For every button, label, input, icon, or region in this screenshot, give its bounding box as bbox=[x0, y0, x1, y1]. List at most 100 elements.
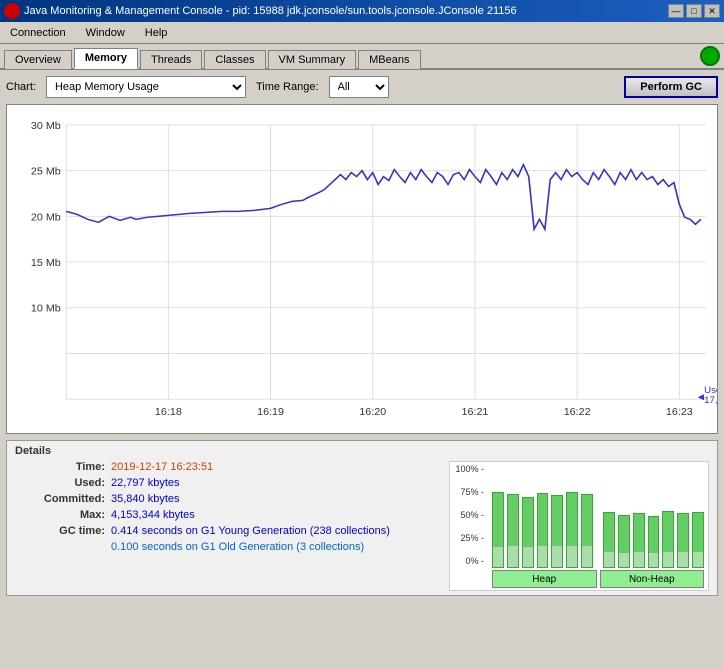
window-controls[interactable]: — □ ✕ bbox=[668, 4, 720, 18]
bar-used-3 bbox=[523, 498, 533, 547]
bar-col-nh5 bbox=[662, 466, 674, 568]
heap-button[interactable]: Heap bbox=[492, 570, 597, 588]
menu-bar: Connection Window Help bbox=[0, 22, 724, 44]
bar-nh-used-7 bbox=[693, 513, 703, 552]
bar-nh-committed-2 bbox=[618, 515, 630, 568]
tab-threads[interactable]: Threads bbox=[140, 50, 202, 69]
svg-text:16:23: 16:23 bbox=[666, 407, 693, 418]
bar-used-5 bbox=[552, 496, 562, 546]
bar-nh-used-6 bbox=[678, 514, 688, 552]
perform-gc-button[interactable]: Perform GC bbox=[624, 76, 718, 98]
minimize-button[interactable]: — bbox=[668, 4, 684, 18]
svg-text:16:21: 16:21 bbox=[462, 407, 489, 418]
svg-text:10 Mb: 10 Mb bbox=[31, 304, 61, 315]
committed-value: 35,840 kbytes bbox=[111, 493, 180, 505]
y-label-75: 75% - bbox=[460, 487, 484, 497]
time-row: Time: 2019-12-17 16:23:51 bbox=[15, 461, 439, 473]
title-bar: Java Monitoring & Management Console - p… bbox=[0, 0, 724, 22]
menu-window[interactable]: Window bbox=[80, 25, 131, 41]
bar-nh-committed-5 bbox=[662, 511, 674, 568]
gc-time-label: GC time: bbox=[15, 525, 105, 537]
time-label: Time: bbox=[15, 461, 105, 473]
svg-text:30 Mb: 30 Mb bbox=[31, 121, 61, 132]
max-value: 4,153,344 kbytes bbox=[111, 509, 195, 521]
main-content: Chart: Heap Memory Usage Non-Heap Memory… bbox=[0, 70, 724, 667]
menu-help[interactable]: Help bbox=[139, 25, 174, 41]
gc-time-row2: 0.100 seconds on G1 Old Generation (3 co… bbox=[15, 541, 439, 553]
bar-col-nh4 bbox=[648, 466, 660, 568]
bar-col-2 bbox=[507, 466, 519, 568]
tab-mbeans[interactable]: MBeans bbox=[358, 50, 420, 69]
bars-area bbox=[488, 462, 708, 568]
svg-text:16:18: 16:18 bbox=[155, 407, 182, 418]
chart-label: Chart: bbox=[6, 81, 36, 93]
bar-nh-committed-6 bbox=[677, 513, 689, 568]
bar-nh-committed-1 bbox=[603, 512, 615, 568]
bar-used-1 bbox=[493, 493, 503, 547]
time-value: 2019-12-17 16:23:51 bbox=[111, 461, 213, 473]
tab-memory[interactable]: Memory bbox=[74, 48, 138, 69]
details-content: Time: 2019-12-17 16:23:51 Used: 22,797 k… bbox=[15, 461, 709, 591]
time-range-select[interactable]: All 1 min 5 min 10 min 1 hr bbox=[329, 76, 389, 98]
chart-svg: 30 Mb 25 Mb 20 Mb 15 Mb 10 Mb 16:18 16:1… bbox=[7, 105, 717, 433]
menu-connection[interactable]: Connection bbox=[4, 25, 72, 41]
y-label-100: 100% - bbox=[455, 464, 484, 474]
bar-used-7 bbox=[582, 495, 592, 546]
bar-used-2 bbox=[508, 495, 518, 546]
bar-chart-container: 100% - 75% - 50% - 25% - 0% - bbox=[449, 461, 709, 591]
chart-select[interactable]: Heap Memory Usage Non-Heap Memory Usage bbox=[46, 76, 246, 98]
bar-used-6 bbox=[567, 493, 577, 547]
details-left: Time: 2019-12-17 16:23:51 Used: 22,797 k… bbox=[15, 461, 439, 591]
status-indicator bbox=[700, 46, 720, 66]
tab-bar: Overview Memory Threads Classes VM Summa… bbox=[0, 44, 724, 70]
details-panel: Details Time: 2019-12-17 16:23:51 Used: … bbox=[6, 440, 718, 596]
svg-text:16:22: 16:22 bbox=[564, 407, 591, 418]
nonheap-button[interactable]: Non-Heap bbox=[600, 570, 705, 588]
y-label-25: 25% - bbox=[460, 533, 484, 543]
gc-time-row: GC time: 0.414 seconds on G1 Young Gener… bbox=[15, 525, 439, 537]
svg-text:25 Mb: 25 Mb bbox=[31, 167, 61, 178]
app-icon bbox=[4, 3, 20, 19]
bar-col-nh2 bbox=[618, 466, 630, 568]
svg-text:17,999,208: 17,999,208 bbox=[704, 396, 717, 406]
bar-nh-committed-7 bbox=[692, 512, 704, 568]
bar-committed-4 bbox=[537, 493, 549, 568]
bar-col-nh6 bbox=[677, 466, 689, 568]
bar-bottom-buttons: Heap Non-Heap bbox=[488, 568, 708, 590]
svg-text:15 Mb: 15 Mb bbox=[31, 258, 61, 269]
bar-col-5 bbox=[551, 466, 563, 568]
y-label-50: 50% - bbox=[460, 510, 484, 520]
tab-overview[interactable]: Overview bbox=[4, 50, 72, 69]
title-left: Java Monitoring & Management Console - p… bbox=[4, 3, 517, 19]
close-button[interactable]: ✕ bbox=[704, 4, 720, 18]
y-label-0: 0% - bbox=[465, 556, 484, 566]
bar-nh-used-3 bbox=[634, 514, 644, 552]
max-label: Max: bbox=[15, 509, 105, 521]
details-title: Details bbox=[15, 445, 709, 457]
bar-col-1 bbox=[492, 466, 504, 568]
bar-nh-committed-3 bbox=[633, 513, 645, 568]
svg-text:16:20: 16:20 bbox=[359, 407, 386, 418]
bar-committed-7 bbox=[581, 494, 593, 568]
bar-col-nh3 bbox=[633, 466, 645, 568]
svg-text:Used: Used bbox=[704, 386, 717, 396]
bar-nh-used-1 bbox=[604, 513, 614, 552]
bar-nh-committed-4 bbox=[648, 516, 660, 568]
time-label: Time Range: bbox=[256, 81, 319, 93]
bar-used-4 bbox=[538, 494, 548, 547]
bar-col-6 bbox=[566, 466, 578, 568]
used-label: Used: bbox=[15, 477, 105, 489]
max-row: Max: 4,153,344 kbytes bbox=[15, 509, 439, 521]
svg-text:16:19: 16:19 bbox=[257, 407, 284, 418]
bar-y-labels: 100% - 75% - 50% - 25% - 0% - bbox=[450, 462, 486, 568]
memory-chart: 30 Mb 25 Mb 20 Mb 15 Mb 10 Mb 16:18 16:1… bbox=[6, 104, 718, 434]
bar-col-nh1 bbox=[603, 466, 615, 568]
window-title: Java Monitoring & Management Console - p… bbox=[24, 5, 517, 17]
tab-vm-summary[interactable]: VM Summary bbox=[268, 50, 357, 69]
bar-committed-3 bbox=[522, 497, 534, 568]
gc-time-value1: 0.414 seconds on G1 Young Generation (23… bbox=[111, 525, 390, 537]
bar-committed-2 bbox=[507, 494, 519, 568]
chart-controls: Chart: Heap Memory Usage Non-Heap Memory… bbox=[6, 76, 718, 98]
restore-button[interactable]: □ bbox=[686, 4, 702, 18]
tab-classes[interactable]: Classes bbox=[204, 50, 265, 69]
